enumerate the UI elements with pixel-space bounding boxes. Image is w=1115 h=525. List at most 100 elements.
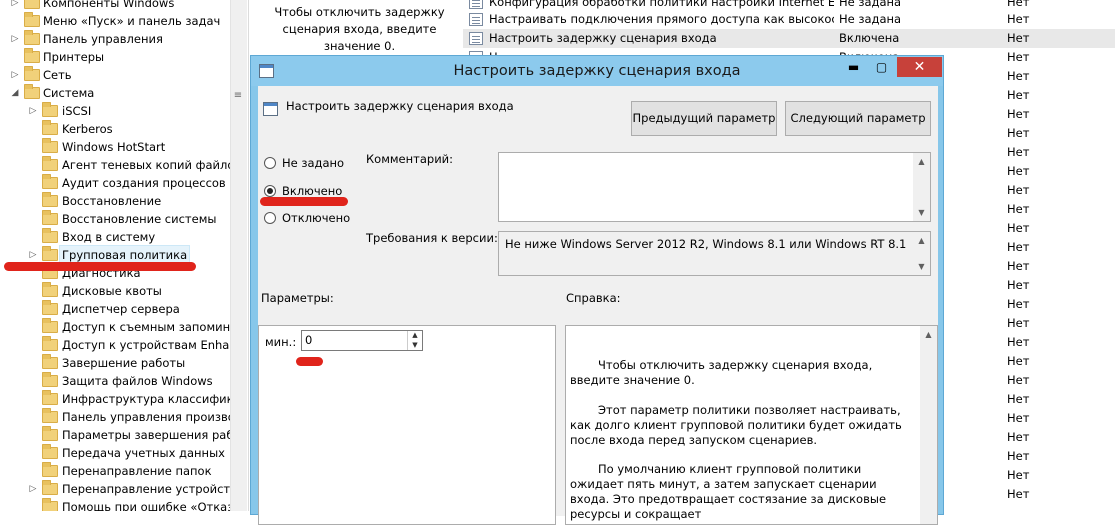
policy-comment: Нет bbox=[1007, 278, 1030, 292]
policy-comment: Нет bbox=[1007, 88, 1030, 102]
spin-up-icon[interactable]: ▲ bbox=[408, 331, 422, 340]
tree-item-label: Завершение работы bbox=[62, 356, 186, 370]
tree-item-label: Инфраструктура классифика bbox=[62, 392, 230, 406]
tree-item-label: Доступ к устройствам Enhance bbox=[62, 338, 230, 352]
scroll-down-icon[interactable]: ▼ bbox=[913, 204, 930, 221]
dialog-titlebar[interactable]: Настроить задержку сценария входа ▬ ▢ ✕ bbox=[251, 56, 943, 86]
close-button[interactable]: ✕ bbox=[897, 57, 942, 77]
folder-icon bbox=[42, 120, 58, 135]
requirements-label: Требования к версии: bbox=[366, 231, 498, 245]
minutes-value[interactable]: 0 bbox=[305, 331, 312, 350]
tree-item-label: Дисковые квоты bbox=[62, 284, 162, 298]
folder-icon bbox=[42, 192, 58, 207]
policy-comment: Нет bbox=[1007, 126, 1030, 140]
expand-arrow-icon[interactable] bbox=[10, 48, 20, 66]
policy-comment: Нет bbox=[1007, 392, 1030, 406]
spin-down-icon[interactable]: ▼ bbox=[408, 341, 422, 350]
policy-setting-icon bbox=[469, 13, 483, 26]
tree-item-label: Сеть bbox=[43, 68, 72, 82]
policy-comment: Нет bbox=[1007, 373, 1030, 387]
tree-item-label: Перенаправление папок bbox=[62, 464, 212, 478]
help-label: Справка: bbox=[566, 291, 621, 305]
scroll-up-icon[interactable]: ▲ bbox=[913, 232, 930, 249]
scroll-down-icon[interactable]: ▼ bbox=[913, 258, 930, 275]
folder-icon bbox=[42, 480, 58, 495]
tree-item-label: Помощь при ошибке «Отказа bbox=[62, 500, 230, 511]
folder-icon bbox=[42, 318, 58, 333]
policy-comment: Нет bbox=[1007, 411, 1030, 425]
expand-arrow-icon[interactable]: ▷ bbox=[10, 66, 20, 84]
minimize-button[interactable]: ▬ bbox=[840, 57, 867, 77]
tree-item-label: Передача учетных данных bbox=[62, 446, 225, 460]
policy-state: Включена bbox=[839, 31, 900, 45]
comment-textarea[interactable]: ▲ ▼ bbox=[498, 152, 931, 222]
table-row-selected[interactable]: Настроить задержку сценария входа Включе… bbox=[463, 29, 1115, 48]
policy-comment: Нет bbox=[1007, 449, 1030, 463]
scroll-up-icon[interactable]: ▲ bbox=[920, 326, 937, 343]
parameters-label: Параметры: bbox=[261, 291, 334, 305]
comment-label: Комментарий: bbox=[366, 152, 454, 166]
tree-item-label: Принтеры bbox=[43, 50, 105, 64]
policy-comment: Нет bbox=[1007, 107, 1030, 121]
radio-circle[interactable] bbox=[264, 157, 276, 169]
tree-item-label: Панель управления bbox=[43, 32, 163, 46]
minutes-spinbox[interactable]: 0 ▲ ▼ bbox=[301, 330, 423, 351]
scroll-up-icon[interactable]: ▲ bbox=[913, 153, 930, 170]
expand-arrow-icon[interactable]: ▷ bbox=[10, 30, 20, 48]
policy-state: Не задана bbox=[839, 12, 902, 26]
splitter-grip-icon[interactable]: ≡ bbox=[232, 90, 244, 104]
requirements-scrollbar[interactable]: ▲ ▼ bbox=[913, 232, 930, 275]
next-setting-button[interactable]: Следующий параметр bbox=[785, 101, 931, 136]
table-row[interactable]: Настраивать подключения прямого доступа … bbox=[463, 10, 1115, 29]
tree-item-label: Аудит создания процессов bbox=[62, 176, 226, 190]
maximize-button[interactable]: ▢ bbox=[868, 57, 895, 77]
tree-item-label: Система bbox=[43, 86, 95, 100]
policy-comment: Нет bbox=[1007, 50, 1030, 64]
help-paragraph: Этот параметр политики позволяет настраи… bbox=[570, 403, 902, 447]
folder-icon bbox=[42, 408, 58, 423]
collapse-arrow-icon[interactable]: ◢ bbox=[10, 84, 20, 102]
folder-icon bbox=[42, 426, 58, 441]
expand-arrow-icon[interactable]: ▷ bbox=[10, 0, 20, 12]
navigation-tree: ▷ Компоненты Windows Меню «Пуск» и панел… bbox=[0, 0, 230, 511]
folder-icon bbox=[42, 300, 58, 315]
policy-comment: Нет bbox=[1007, 259, 1030, 273]
policy-comment: Нет bbox=[1007, 354, 1030, 368]
policy-setting-icon bbox=[469, 32, 483, 45]
folder-icon bbox=[42, 498, 58, 511]
help-scrollbar[interactable]: ▲ bbox=[920, 326, 937, 524]
policy-comment: Нет bbox=[1007, 221, 1030, 235]
policy-comment: Нет bbox=[1007, 164, 1030, 178]
folder-icon bbox=[42, 372, 58, 387]
previous-setting-button[interactable]: Предыдущий параметр bbox=[631, 101, 777, 136]
folder-icon bbox=[24, 0, 40, 9]
tree-item-label: Панель управления производ bbox=[62, 410, 230, 424]
parameters-panel: мин.: 0 ▲ ▼ bbox=[258, 325, 556, 525]
folder-icon bbox=[24, 30, 40, 45]
folder-icon bbox=[42, 282, 58, 297]
radio-circle[interactable] bbox=[264, 212, 276, 224]
folder-icon bbox=[24, 66, 40, 81]
expand-arrow-icon[interactable]: ▷ bbox=[28, 102, 38, 120]
expand-arrow-icon[interactable] bbox=[10, 12, 20, 30]
policy-comment: Нет bbox=[1007, 487, 1030, 501]
policy-settings-dialog: Настроить задержку сценария входа ▬ ▢ ✕ … bbox=[250, 55, 944, 525]
policy-comment: Нет bbox=[1007, 202, 1030, 216]
help-paragraph: По умолчанию клиент групповой политики о… bbox=[570, 462, 887, 521]
tree-item-label: Восстановление системы bbox=[62, 212, 217, 226]
annotation-underline-minutes bbox=[296, 357, 323, 366]
requirements-field: Не ниже Windows Server 2012 R2, Windows … bbox=[498, 231, 931, 276]
tree-scrollbar[interactable] bbox=[230, 0, 247, 511]
radio-circle[interactable] bbox=[264, 185, 276, 197]
tree-item-label: Параметры завершения работ bbox=[62, 428, 230, 442]
comment-scrollbar[interactable]: ▲ ▼ bbox=[913, 153, 930, 221]
policy-description: Чтобы отключить задержку сценария входа,… bbox=[274, 5, 445, 53]
policy-comment: Нет bbox=[1007, 69, 1030, 83]
folder-icon bbox=[24, 84, 40, 99]
help-panel: Чтобы отключить задержку сценария входа,… bbox=[565, 325, 938, 525]
spin-buttons[interactable]: ▲ ▼ bbox=[407, 331, 422, 350]
tree-item-label: Kerberos bbox=[62, 122, 113, 136]
dialog-client-area: Настроить задержку сценария входа Предыд… bbox=[258, 86, 938, 525]
expand-arrow-icon[interactable]: ▷ bbox=[28, 480, 38, 498]
policy-comment: Нет bbox=[1007, 316, 1030, 330]
